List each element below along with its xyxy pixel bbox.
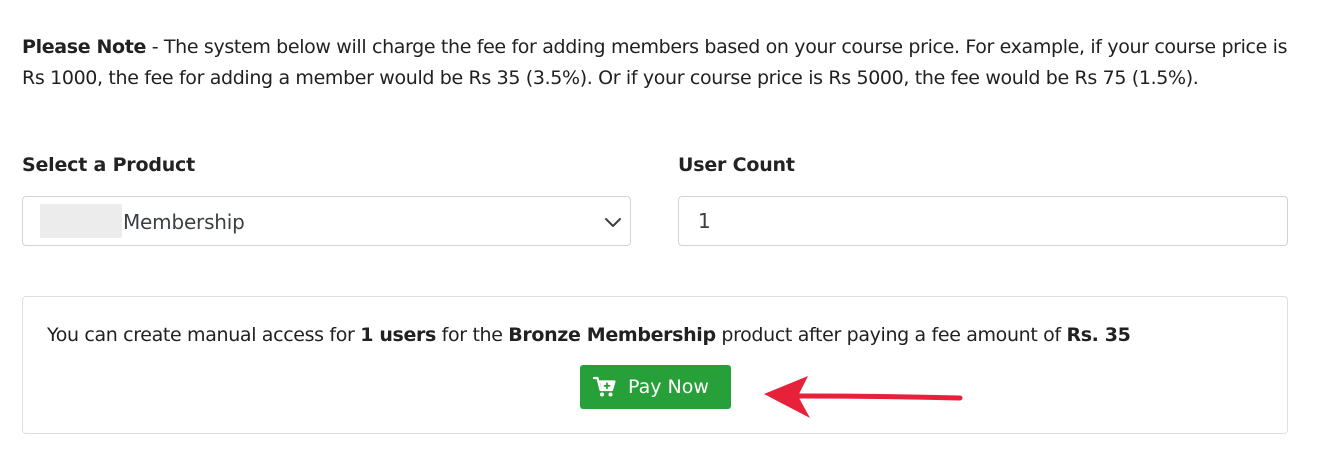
page: Please Note - The system below will char… xyxy=(0,0,1320,462)
red-arrow-annotation xyxy=(764,376,963,418)
summary-product: Bronze Membership xyxy=(508,324,716,346)
summary-amount: Rs. 35 xyxy=(1066,324,1131,346)
pay-now-label: Pay Now xyxy=(628,376,709,398)
pay-now-button[interactable]: Pay Now xyxy=(580,365,731,409)
user-count-input[interactable] xyxy=(678,196,1288,246)
summary-part2: for the xyxy=(435,324,509,346)
product-select-value: Membership xyxy=(123,210,245,234)
cart-plus-icon xyxy=(593,376,616,397)
redacted-product-prefix xyxy=(40,204,122,238)
chevron-down-icon xyxy=(605,218,621,227)
product-label: Select a Product xyxy=(22,154,195,176)
summary-part3: product after paying a fee amount of xyxy=(715,324,1067,346)
user-count-label: User Count xyxy=(678,154,795,176)
summary-part1: You can create manual access for xyxy=(47,324,361,346)
product-select[interactable]: Membership xyxy=(22,196,631,246)
summary-users: 1 users xyxy=(360,324,436,346)
fee-note: Please Note - The system below will char… xyxy=(22,32,1297,94)
fee-summary-box: You can create manual access for 1 users… xyxy=(22,296,1288,434)
fee-summary-text: You can create manual access for 1 users… xyxy=(47,324,1131,346)
note-text: - The system below will charge the fee f… xyxy=(22,36,1288,89)
note-prefix: Please Note xyxy=(22,36,147,58)
